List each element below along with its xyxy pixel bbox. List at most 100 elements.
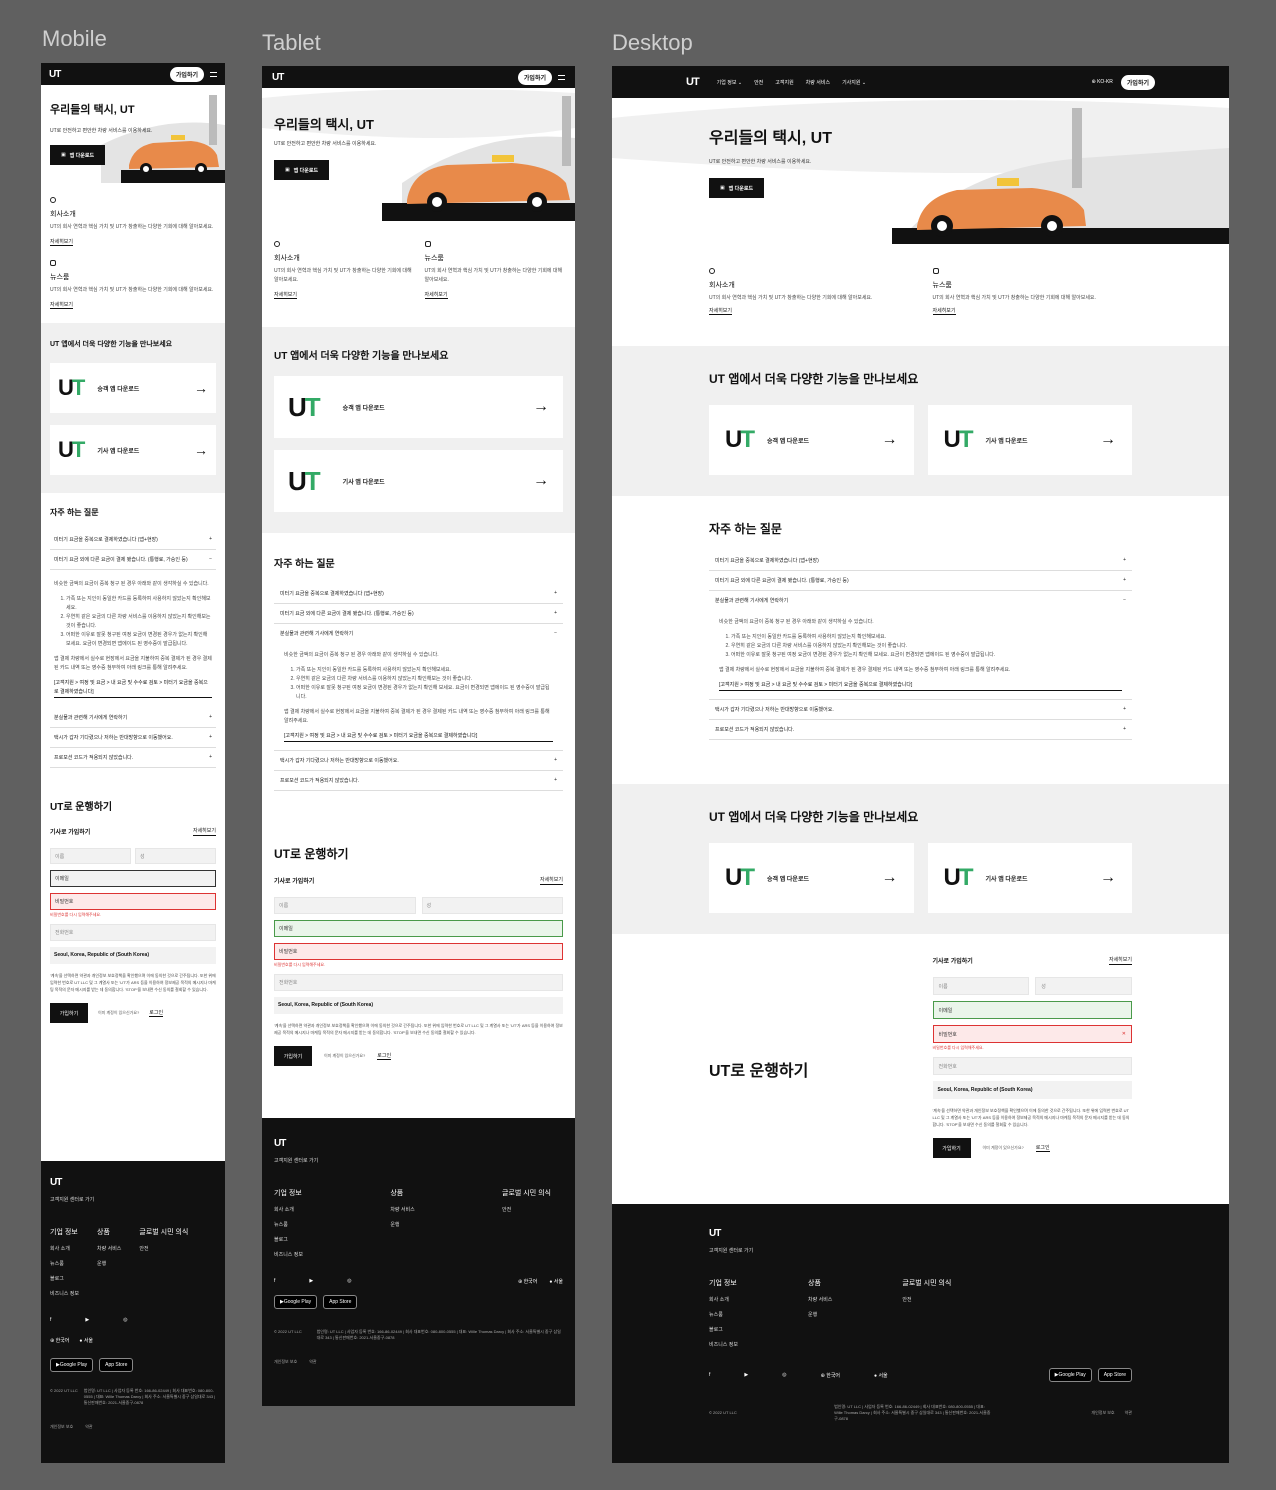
first-name-input[interactable]: 성: [421, 897, 563, 914]
submit-button[interactable]: 가입하기: [274, 1046, 312, 1066]
faq-item[interactable]: 프로모션 코드가 적용되지 않았습니다. +: [50, 748, 216, 768]
language-selector[interactable]: ⊕ 한국어: [518, 1278, 537, 1285]
google-play-button[interactable]: ▶ Google Play: [274, 1295, 318, 1309]
footer-logo[interactable]: UT: [274, 1138, 563, 1149]
last-name-input[interactable]: 이름: [932, 977, 1030, 995]
youtube-icon[interactable]: ▶: [744, 1372, 748, 1379]
passenger-app-card[interactable]: UT 승객 앱 다운로드 →: [709, 405, 914, 475]
join-button[interactable]: 가입하기: [517, 69, 552, 85]
logo[interactable]: UT: [49, 69, 61, 80]
more-link[interactable]: 자세히보기: [50, 301, 74, 309]
facebook-icon[interactable]: f: [50, 1317, 51, 1323]
instagram-icon[interactable]: ◎: [123, 1317, 127, 1323]
faq-item[interactable]: 택시가 갑자 기다렸으나 저하는 반대방향으로 이동했어요. +: [50, 728, 216, 748]
submit-button[interactable]: 가입하기: [932, 1138, 971, 1158]
more-link[interactable]: 자세히보기: [1108, 956, 1132, 965]
faq-item[interactable]: 미터기 요금 외에 다른 요금이 결제 됐습니다. (통행료, 가승인 등) −: [50, 550, 216, 570]
join-button[interactable]: 가입하기: [1120, 74, 1155, 90]
faq-link[interactable]: [고객지원 > 여정 및 요금 > 내 요금 및 수수료 검토 > 미터기 요금…: [719, 681, 1122, 691]
city-select[interactable]: Seoul, Korea, Republic of (South Korea): [50, 947, 216, 964]
phone-input[interactable]: 전화번호: [932, 1057, 1132, 1075]
app-store-button[interactable]: App Store: [323, 1295, 358, 1309]
logo[interactable]: UT: [686, 76, 700, 88]
faq-item[interactable]: 미터기 요금을 중복으로 결제하였습니다 (앱+현장) +: [50, 530, 216, 550]
faq-item[interactable]: 미터기 요금 외에 다른 요금이 결제 됐습니다. (통행료, 가승인 등) +: [709, 571, 1132, 591]
nav-item[interactable]: 기사지원 ⌄: [842, 79, 866, 86]
city-selector[interactable]: ● 서울: [874, 1372, 888, 1379]
app-download-button[interactable]: ▣ 앱 다운로드: [274, 160, 329, 180]
driver-app-card[interactable]: UT 기사 앱 다운로드 →: [927, 405, 1132, 475]
email-input[interactable]: 이메일: [50, 870, 216, 887]
facebook-icon[interactable]: f: [709, 1372, 710, 1379]
driver-app-card[interactable]: UT 기사 앱 다운로드 →: [927, 843, 1132, 913]
city-selector[interactable]: ● 서울: [79, 1337, 93, 1344]
faq-link[interactable]: [고객지원 > 여정 및 요금 > 내 요금 및 수수료 검토 > 미터기 요금…: [284, 732, 553, 742]
support-link[interactable]: 고객지원 센터로 가기: [274, 1157, 563, 1164]
password-input[interactable]: 비밀번호: [50, 893, 216, 910]
phone-input[interactable]: 전화번호: [50, 924, 216, 941]
language-selector[interactable]: ⊕ KO-KR: [1091, 79, 1112, 85]
last-name-input[interactable]: 이름: [274, 897, 416, 914]
nav-item[interactable]: 고객지원: [775, 79, 793, 86]
faq-link[interactable]: [고객지원 > 여정 및 요금 > 내 요금 및 수수료 검토 > 미터기 요금…: [54, 679, 212, 698]
app-store-button[interactable]: App Store: [99, 1358, 134, 1372]
youtube-icon[interactable]: ▶: [309, 1278, 313, 1285]
more-link[interactable]: 자세히보기: [274, 291, 298, 299]
faq-item[interactable]: 분실물과 관련해 기사에게 연락하기 +: [50, 708, 216, 728]
nav-item[interactable]: 기업 정보 ⌄: [717, 79, 742, 86]
logo[interactable]: UT: [272, 72, 284, 83]
instagram-icon[interactable]: ◎: [782, 1372, 786, 1379]
app-download-button[interactable]: ▣ 앱 다운로드: [709, 178, 764, 198]
more-link[interactable]: 자세히보기: [424, 291, 448, 299]
faq-item[interactable]: 미터기 요금을 중복으로 결제하였습니다 (앱+현장) +: [274, 584, 563, 604]
more-link[interactable]: 자세히보기: [932, 307, 956, 315]
faq-item[interactable]: 미터기 요금 외에 다른 요금이 결제 됐습니다. (통행료, 가승인 등) +: [274, 604, 563, 624]
more-link[interactable]: 자세히보기: [539, 876, 563, 885]
faq-item[interactable]: 택시가 갑자 기다렸으나 저하는 반대방향으로 이동했어요. +: [709, 700, 1132, 720]
login-link[interactable]: 로그인: [149, 1009, 164, 1017]
footer-logo[interactable]: UT: [709, 1228, 1132, 1239]
language-selector[interactable]: ⊕ 한국어: [50, 1337, 69, 1344]
email-input[interactable]: 이메일: [274, 920, 563, 937]
city-select[interactable]: Seoul, Korea, Republic of (South Korea): [274, 997, 563, 1014]
nav-item[interactable]: 차량 서비스: [806, 79, 830, 86]
faq-item[interactable]: 택시가 갑자 기다렸으나 저하는 반대방향으로 이동했어요. +: [274, 751, 563, 771]
first-name-input[interactable]: 성: [1035, 977, 1132, 995]
more-link[interactable]: 자세히보기: [709, 307, 733, 315]
app-store-button[interactable]: App Store: [1097, 1368, 1132, 1382]
nav-item[interactable]: 안전: [754, 79, 763, 86]
last-name-input[interactable]: 이름: [50, 848, 131, 864]
menu-icon[interactable]: [558, 74, 565, 80]
join-button[interactable]: 가입하기: [169, 66, 204, 82]
driver-app-card[interactable]: UT 기사 앱 다운로드 →: [274, 450, 563, 512]
driver-app-card[interactable]: UT 기사 앱 다운로드 →: [50, 425, 216, 475]
passenger-app-card[interactable]: UT 승객 앱 다운로드 →: [50, 363, 216, 413]
app-download-button[interactable]: ▣ 앱 다운로드: [50, 145, 105, 165]
email-input[interactable]: 이메일: [932, 1001, 1132, 1019]
password-input[interactable]: 비밀번호 ✕: [932, 1025, 1132, 1043]
faq-item[interactable]: 분실물과 관련해 기사에게 연락하기 −: [709, 591, 1132, 610]
faq-item[interactable]: 프로모션 코드가 적용되지 않았습니다. +: [274, 771, 563, 791]
login-link[interactable]: 로그인: [377, 1052, 392, 1060]
city-select[interactable]: Seoul, Korea, Republic of (South Korea): [932, 1081, 1132, 1099]
faq-item[interactable]: 미터기 요금을 중복으로 결제하였습니다 (앱+현장) +: [709, 551, 1132, 571]
language-selector[interactable]: ⊕ 한국어: [821, 1372, 840, 1379]
faq-item[interactable]: 분실물과 관련해 기사에게 연락하기 −: [274, 624, 563, 643]
footer-logo[interactable]: UT: [50, 1177, 216, 1188]
passenger-app-card[interactable]: UT 승객 앱 다운로드 →: [709, 843, 914, 913]
passenger-app-card[interactable]: UT 승객 앱 다운로드 →: [274, 376, 563, 438]
support-link[interactable]: 고객지원 센터로 가기: [709, 1247, 1132, 1254]
google-play-button[interactable]: ▶ Google Play: [50, 1358, 94, 1372]
submit-button[interactable]: 가입하기: [50, 1003, 88, 1023]
city-selector[interactable]: ● 서울: [549, 1278, 563, 1285]
google-play-button[interactable]: ▶ Google Play: [1048, 1368, 1092, 1382]
instagram-icon[interactable]: ◎: [347, 1278, 351, 1285]
youtube-icon[interactable]: ▶: [85, 1317, 89, 1323]
first-name-input[interactable]: 성: [135, 848, 216, 864]
menu-icon[interactable]: [210, 71, 217, 77]
login-link[interactable]: 로그인: [1035, 1144, 1050, 1152]
support-link[interactable]: 고객지원 센터로 가기: [50, 1196, 216, 1203]
facebook-icon[interactable]: f: [274, 1278, 275, 1285]
phone-input[interactable]: 전화번호: [274, 974, 563, 991]
more-link[interactable]: 자세히보기: [192, 827, 216, 836]
